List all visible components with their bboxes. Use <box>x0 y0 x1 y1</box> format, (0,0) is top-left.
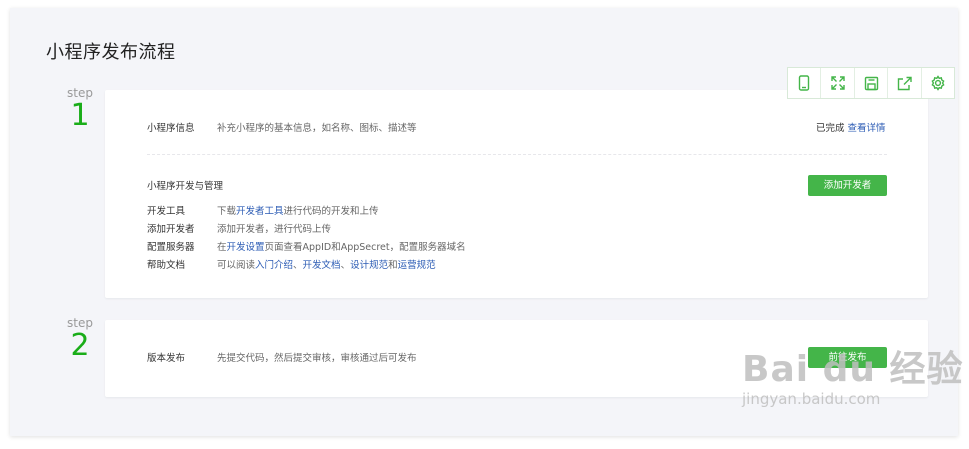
add-developer-button[interactable]: 添加开发者 <box>808 175 887 196</box>
intro-link[interactable]: 入门介绍 <box>255 260 293 271</box>
text: 进行代码的开发和上传 <box>283 206 379 217</box>
step-number-1: 1 <box>70 98 90 133</box>
dev-row-desc: 在开发设置页面查看AppID和AppSecret，配置服务器域名 <box>217 239 466 253</box>
info-status-row: 已完成 查看详情 <box>816 120 886 134</box>
watermark-logo-text: Bai du 经验 <box>742 349 964 390</box>
dev-row-desc: 可以阅读入门介绍、开发文档、设计规范和运营规范 <box>217 257 436 271</box>
design-spec-link[interactable]: 设计规范 <box>350 260 388 271</box>
phone-icon[interactable] <box>788 68 822 98</box>
text: 、 <box>340 260 351 271</box>
release-desc: 先提交代码，然后提交审核，审核通过后可发布 <box>217 353 417 364</box>
devtools-link[interactable]: 开发者工具 <box>236 206 284 217</box>
text: 在 <box>217 242 227 253</box>
section-divider <box>147 154 887 155</box>
watermark-url: jingyan.baidu.com <box>742 390 881 408</box>
text: 和 <box>388 260 398 271</box>
view-details-link[interactable]: 查看详情 <box>848 123 886 134</box>
status-text: 已完成 <box>816 123 845 134</box>
dev-docs-link[interactable]: 开发文档 <box>303 260 341 271</box>
floating-toolbar <box>787 67 955 99</box>
ops-spec-link[interactable]: 运营规范 <box>398 260 436 271</box>
dev-row-desc: 下载开发者工具进行代码的开发和上传 <box>217 203 379 217</box>
dev-row-label: 配置服务器 <box>147 242 195 253</box>
fullscreen-icon[interactable] <box>821 68 855 98</box>
info-desc: 补充小程序的基本信息，如名称、图标、描述等 <box>217 123 417 134</box>
watermark: Bai du 经验 jingyan.baidu.com <box>742 340 964 408</box>
text: 页面查看AppID和AppSecret，配置服务器域名 <box>264 242 466 253</box>
save-icon[interactable] <box>855 68 889 98</box>
dev-row-label: 开发工具 <box>147 206 186 217</box>
dev-section-title: 小程序开发与管理 <box>147 181 224 192</box>
info-label: 小程序信息 <box>147 123 195 134</box>
text: 添加开发者，进行代码上传 <box>217 224 332 235</box>
gear-icon[interactable] <box>922 68 954 98</box>
page-title: 小程序发布流程 <box>46 42 176 63</box>
text: 、 <box>293 260 303 271</box>
release-label: 版本发布 <box>147 353 186 364</box>
step-number-2: 2 <box>70 328 90 363</box>
share-icon[interactable] <box>888 68 922 98</box>
text: 下载 <box>217 206 237 217</box>
dev-row-desc: 添加开发者，进行代码上传 <box>217 221 331 235</box>
text: 可以阅读 <box>217 260 256 271</box>
dev-settings-link[interactable]: 开发设置 <box>227 242 265 253</box>
dev-row-label: 帮助文档 <box>147 260 186 271</box>
step1-card: 小程序信息 补充小程序的基本信息，如名称、图标、描述等 已完成 查看详情 小程序… <box>105 90 928 298</box>
dev-row-label: 添加开发者 <box>147 224 195 235</box>
